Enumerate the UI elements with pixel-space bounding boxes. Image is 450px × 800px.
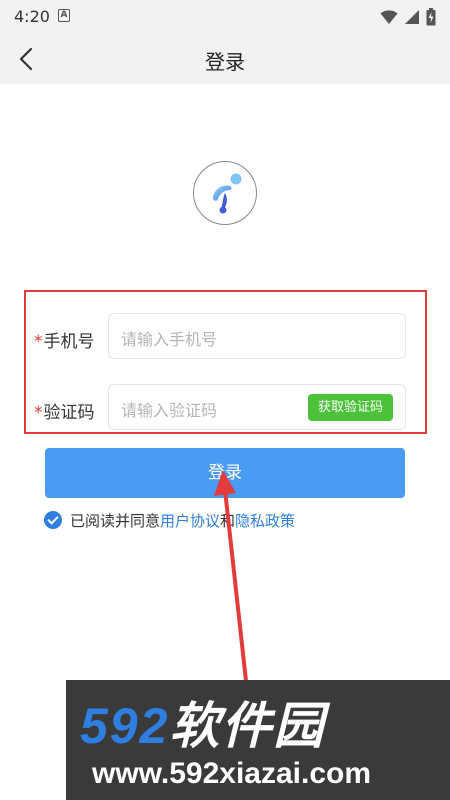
status-time: 4:20: [14, 7, 50, 26]
user-agreement-link[interactable]: 用户协议: [160, 510, 220, 531]
app-logo-icon: [212, 173, 242, 214]
phone-placeholder: 请输入手机号: [121, 330, 218, 349]
required-mark: *: [34, 403, 43, 423]
phone-label-text: 手机号: [43, 332, 95, 352]
app-logo: [193, 161, 257, 225]
agreement-prefix: 已阅读并同意: [70, 511, 161, 530]
status-icons: [380, 8, 436, 26]
wifi-icon: [380, 10, 398, 24]
status-bar: 4:20 A: [0, 0, 450, 34]
code-placeholder: 请输入验证码: [121, 401, 218, 420]
watermark-name: 软件园: [169, 698, 326, 754]
watermark-banner: 592软件园 www.592xiazai.com: [66, 680, 450, 800]
code-label: *验证码: [34, 398, 95, 423]
watermark-title: 592软件园: [80, 686, 325, 758]
code-input[interactable]: 请输入验证码 获取验证码: [108, 384, 406, 430]
get-code-button[interactable]: 获取验证码: [307, 394, 393, 421]
nav-bar: 登录: [0, 34, 450, 84]
phone-label: *手机号: [34, 327, 95, 352]
agreement-conjunction: 和: [220, 511, 236, 530]
agreement-checkbox[interactable]: [44, 511, 62, 529]
privacy-policy-link[interactable]: 隐私政策: [235, 510, 295, 531]
login-button[interactable]: 登录: [45, 448, 405, 498]
phone-input[interactable]: 请输入手机号: [108, 313, 406, 359]
login-form: *手机号 请输入手机号 *验证码 请输入验证码 获取验证码: [24, 290, 427, 434]
page-title: 登录: [205, 50, 245, 74]
watermark-url: www.592xiazai.com: [92, 757, 372, 790]
signal-icon: [405, 10, 419, 24]
watermark-number: 592: [80, 698, 170, 754]
required-mark: *: [34, 332, 43, 352]
agreement-row: 已阅读并同意 用户协议 和 隐私政策: [44, 510, 295, 530]
code-label-text: 验证码: [43, 403, 95, 423]
battery-icon: [426, 8, 436, 26]
notification-icon: A: [58, 9, 70, 22]
